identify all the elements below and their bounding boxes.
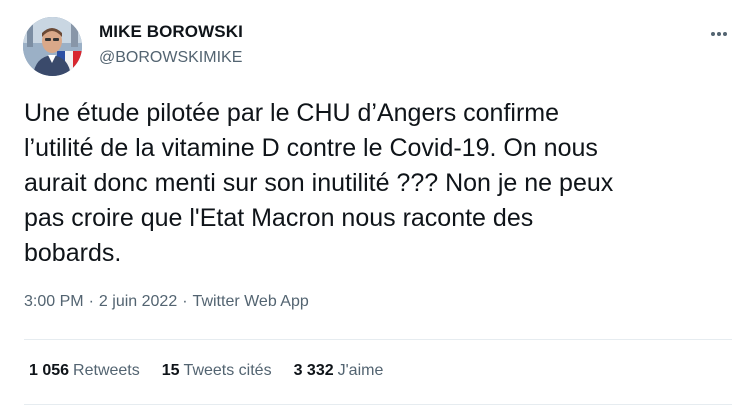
avatar-image — [23, 17, 82, 76]
author-handle[interactable]: @BOROWSKIMIKE — [99, 49, 242, 67]
meta-separator: · — [182, 293, 188, 310]
likes-stat[interactable]: 3 332 J'aime — [294, 362, 384, 380]
tweet-date[interactable]: 2 juin 2022 — [99, 293, 177, 311]
tweet-text: Une étude pilotée par le CHU d’Angers co… — [24, 99, 614, 267]
divider — [24, 404, 732, 405]
quotes-label: Tweets cités — [183, 362, 272, 379]
divider — [24, 339, 732, 340]
likes-label: J'aime — [337, 362, 384, 379]
retweets-label: Retweets — [73, 362, 140, 379]
retweets-count: 1 056 — [29, 362, 70, 379]
tweet-meta: 3:00 PM · 2 juin 2022 · Twitter Web App — [24, 293, 309, 311]
more-horizontal-icon[interactable] — [705, 22, 733, 42]
likes-count: 3 332 — [293, 362, 334, 379]
meta-separator: · — [88, 293, 94, 310]
retweets-stat[interactable]: 1 056 Retweets — [29, 362, 140, 380]
tweet-stats: 1 056 Retweets 15 Tweets cités 3 332 J'aime — [29, 362, 383, 380]
author-display-name[interactable]: MIKE BOROWSKI — [99, 22, 243, 42]
quotes-count: 15 — [161, 362, 180, 379]
avatar[interactable] — [23, 17, 82, 76]
tweet-source[interactable]: Twitter Web App — [193, 293, 309, 311]
quotes-stat[interactable]: 15 Tweets cités — [162, 362, 272, 380]
tweet-card: MIKE BOROWSKI @BOROWSKIMIKE Une étude pi… — [0, 0, 756, 410]
tweet-time[interactable]: 3:00 PM — [24, 293, 84, 311]
